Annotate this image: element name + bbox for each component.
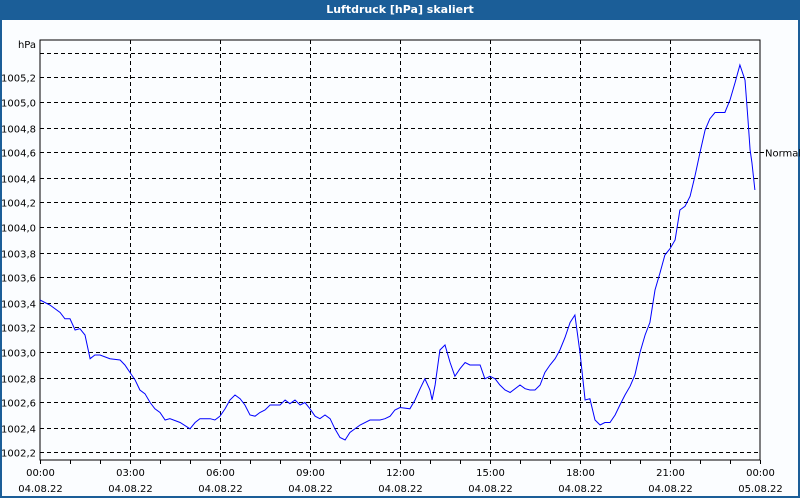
y-tick-label: 1004,2 (1, 199, 36, 210)
y-tick-label: 1003,4 (1, 300, 36, 311)
x-tick-date: 04.08.22 (108, 484, 153, 495)
reference-label: Normal (765, 149, 800, 160)
y-tick-label: 1003,6 (1, 274, 36, 285)
grid (40, 40, 760, 460)
y-tick-label: 1004,6 (1, 149, 36, 160)
x-axis: 00:00 04.08.22 03:00 04.08.22 06:00 04.08.22 0… (18, 460, 783, 495)
series-line-luftdruck (39, 63, 756, 441)
x-tick-date: 05.08.22 (738, 484, 783, 495)
x-tick-time: 09:00 (296, 468, 325, 479)
y-tick-label: 1004,0 (1, 224, 36, 235)
x-tick-date: 04.08.22 (468, 484, 513, 495)
x-tick-time: 15:00 (476, 468, 505, 479)
reference-marker: Normal (760, 149, 800, 160)
y-tick-label: 1004,8 (1, 125, 36, 136)
y-tick-label: 1002,2 (1, 449, 36, 460)
y-axis-unit: hPa (18, 40, 36, 51)
x-tick-date: 04.08.22 (558, 484, 603, 495)
y-tick-label: 1005,2 (1, 74, 36, 85)
y-tick-label: 1003,8 (1, 250, 36, 261)
y-tick-label: 1002,6 (1, 399, 36, 410)
x-tick-time: 06:00 (206, 468, 235, 479)
y-tick-label: 1005,0 (1, 99, 36, 110)
x-tick-time: 21:00 (656, 468, 685, 479)
x-tick-date: 04.08.22 (648, 484, 693, 495)
x-tick-time: 12:00 (386, 468, 415, 479)
pressure-chart: 1002,2 1002,4 1002,6 1002,8 1003,0 1003,2 1003… (1, 39, 800, 495)
y-tick-label: 1002,4 (1, 425, 36, 436)
y-tick-label: 1002,8 (1, 375, 36, 386)
y-axis: 1002,2 1002,4 1002,6 1002,8 1003,0 1003,2 1003… (1, 74, 36, 460)
y-tick-label: 1004,4 (1, 175, 36, 186)
x-tick-time: 03:00 (116, 468, 145, 479)
x-tick-date: 04.08.22 (198, 484, 243, 495)
x-tick-date: 04.08.22 (378, 484, 423, 495)
y-tick-label: 1003,0 (1, 349, 36, 360)
x-tick-time: 00:00 (26, 468, 55, 479)
x-tick-date: 04.08.22 (18, 484, 63, 495)
x-tick-date: 04.08.22 (288, 484, 333, 495)
y-tick-label: 1003,2 (1, 324, 36, 335)
x-tick-time: 00:00 (746, 468, 775, 479)
x-tick-time: 18:00 (566, 468, 595, 479)
